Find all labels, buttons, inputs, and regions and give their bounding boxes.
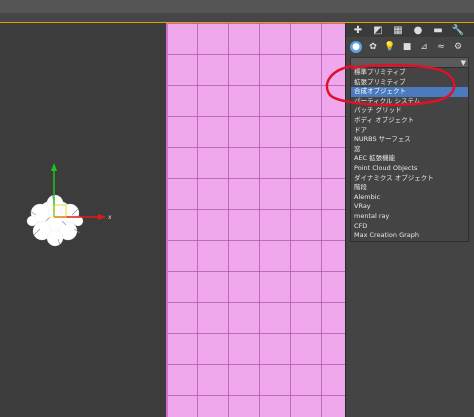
dropdown-item[interactable]: Alembic (351, 193, 468, 203)
cameras-icon[interactable]: ■ (401, 41, 413, 53)
transform-gizmo[interactable]: x (48, 163, 114, 223)
shapes-icon[interactable]: ✿ (367, 41, 379, 53)
geometry-icon[interactable]: ● (350, 41, 362, 53)
dropdown-item[interactable]: CFD (351, 222, 468, 232)
viewport[interactable]: x (0, 23, 345, 417)
dropdown-item[interactable]: 階段 (351, 183, 468, 193)
main-toolbar (0, 0, 474, 23)
hierarchy-tab-icon[interactable]: ▦ (391, 24, 405, 36)
dropdown-item[interactable]: ボディ オブジェクト (351, 116, 468, 126)
dropdown-item[interactable]: NURBS サーフェス (351, 135, 468, 145)
create-tab-icon[interactable]: ✚ (351, 24, 365, 36)
helpers-icon[interactable]: ⊿ (418, 41, 430, 53)
space-warps-icon[interactable]: ≈ (435, 41, 447, 53)
create-category-row: ● ✿ 💡 ■ ⊿ ≈ ⚙ (346, 39, 474, 55)
motion-tab-icon[interactable]: ● (411, 24, 425, 36)
command-panel-body (346, 258, 474, 417)
home-grid-plane[interactable] (166, 23, 345, 417)
object-category-list[interactable]: 標準プリミティブ 拡張プリミティブ 合成オブジェクト パーティクル システム パ… (350, 67, 469, 242)
menu-strip (0, 0, 474, 13)
dropdown-item[interactable]: ダイナミクス オブジェクト (351, 174, 468, 184)
modify-tab-icon[interactable]: ◩ (371, 24, 385, 36)
dropdown-item[interactable]: Max Creation Graph (351, 231, 468, 241)
dropdown-item-selected[interactable]: 合成オブジェクト (351, 87, 468, 97)
gizmo-x-label: x (108, 214, 112, 221)
utilities-tab-icon[interactable]: 🔧 (451, 24, 465, 36)
systems-icon[interactable]: ⚙ (452, 41, 464, 53)
dropdown-item[interactable]: 標準プリミティブ (351, 68, 468, 78)
dropdown-item[interactable]: Point Cloud Objects (351, 164, 468, 174)
dropdown-item[interactable]: パッチ グリッド (351, 106, 468, 116)
dropdown-item[interactable]: 拡張プリミティブ (351, 78, 468, 88)
dropdown-item[interactable]: VRay (351, 202, 468, 212)
lights-icon[interactable]: 💡 (384, 41, 396, 53)
command-panel-tabs: ✚ ◩ ▦ ● ▬ 🔧 (346, 23, 474, 37)
dropdown-item[interactable]: 窓 (351, 145, 468, 155)
command-panel: ✚ ◩ ▦ ● ▬ 🔧 ● ✿ 💡 ■ ⊿ ≈ ⚙ ▼ 標準プリミティブ 拡張プ… (345, 23, 474, 417)
display-tab-icon[interactable]: ▬ (431, 24, 445, 36)
dropdown-item[interactable]: ドア (351, 126, 468, 136)
dropdown-item[interactable]: パーティクル システム (351, 97, 468, 107)
dropdown-item[interactable]: AEC 拡張機能 (351, 154, 468, 164)
grid-edge (166, 23, 168, 417)
dropdown-item[interactable]: mental ray (351, 212, 468, 222)
